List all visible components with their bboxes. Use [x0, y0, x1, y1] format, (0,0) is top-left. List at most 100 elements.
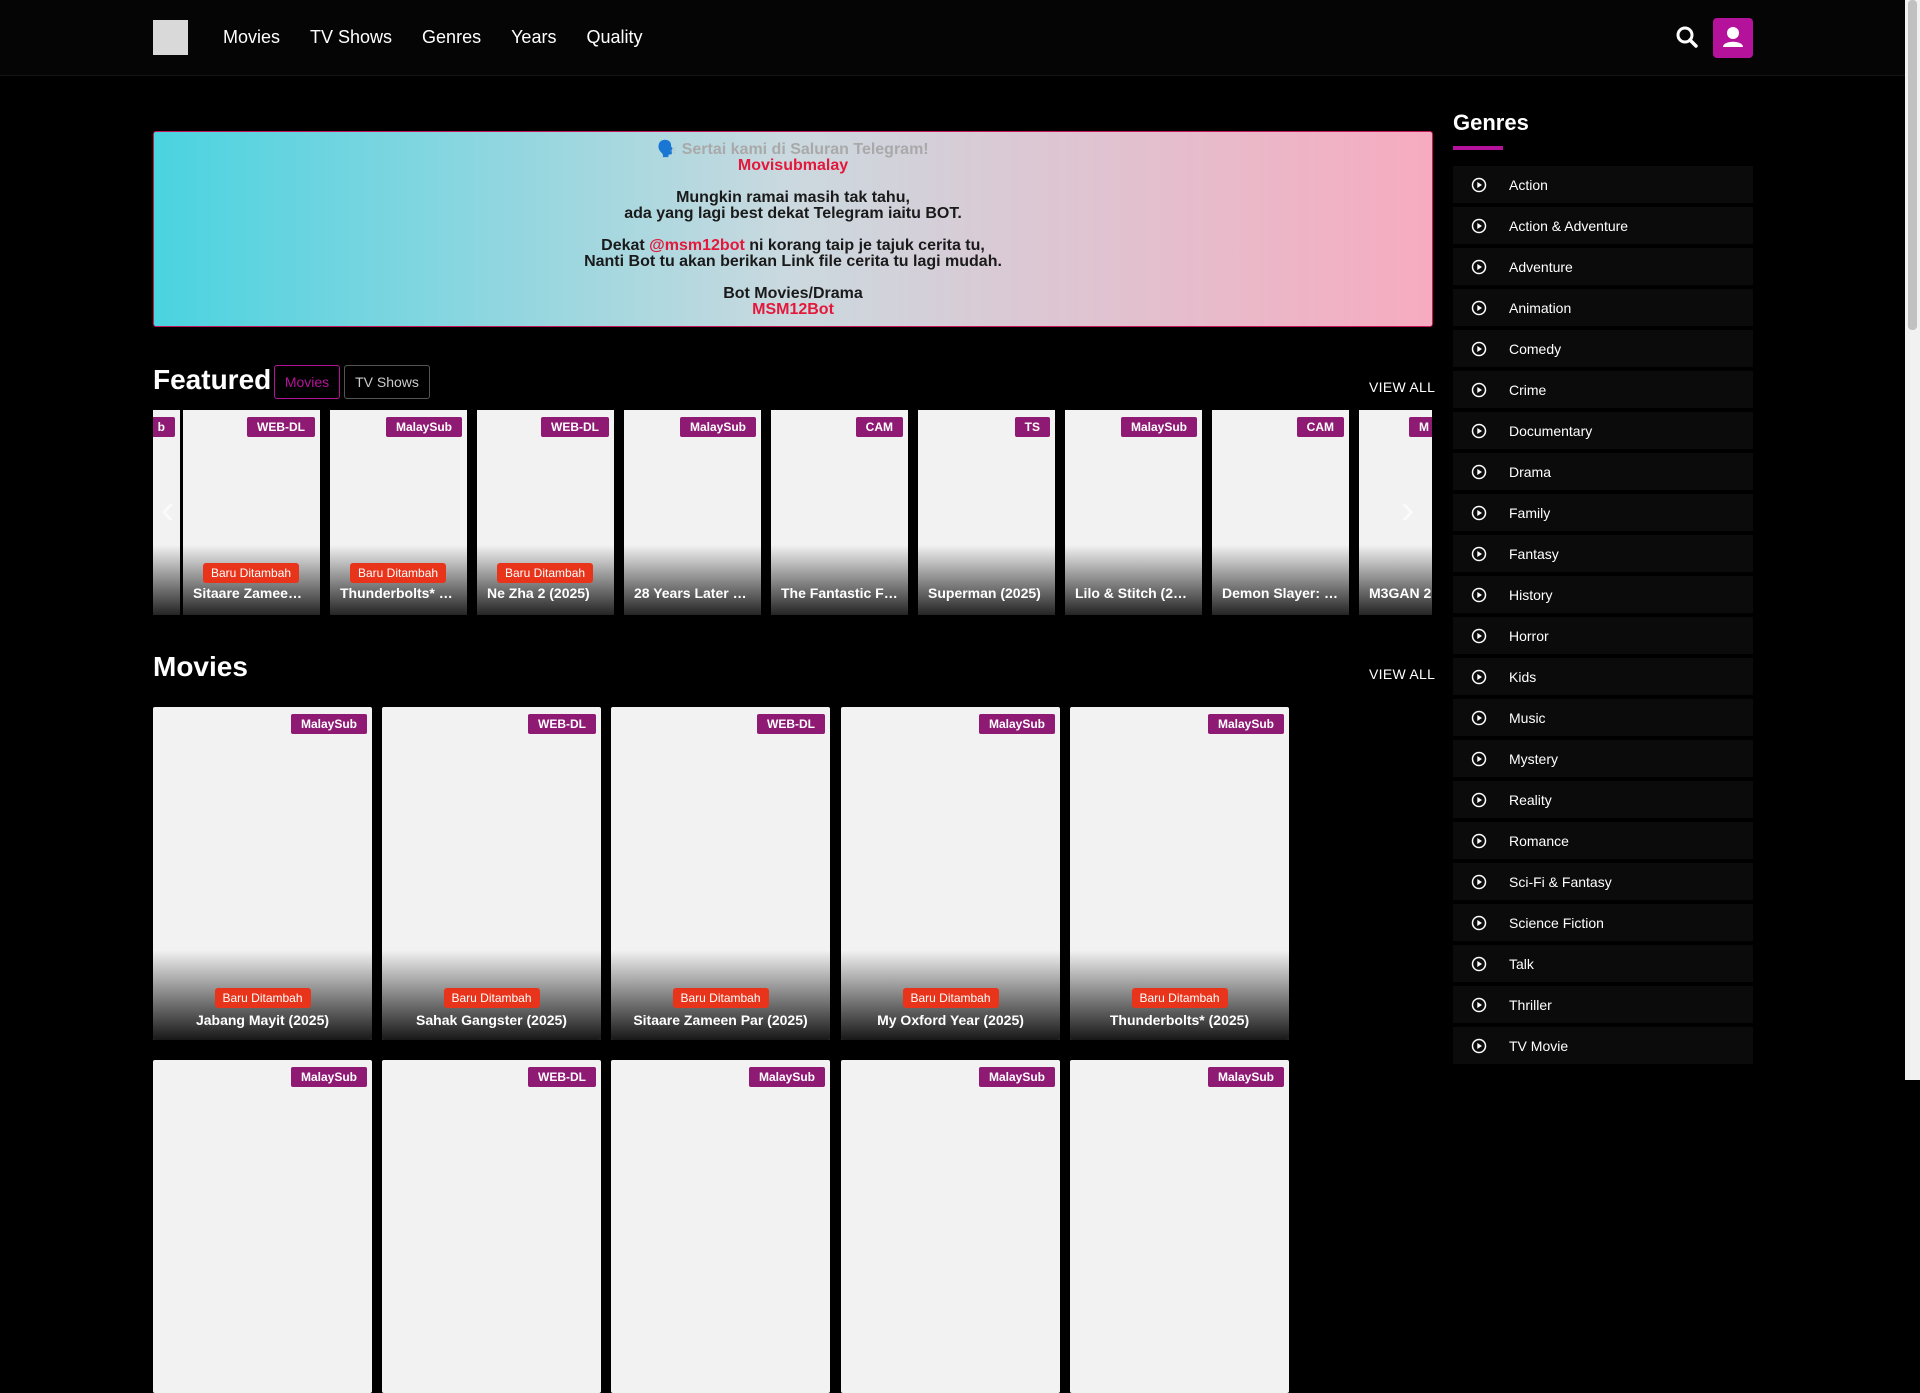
featured-item[interactable]: MalaySub Baru Ditambah Thunderbolts* (20…: [330, 410, 467, 615]
quality-badge: MalaySub: [290, 1067, 367, 1087]
genre-item[interactable]: Comedy: [1453, 330, 1753, 367]
quality-badge: M: [1409, 417, 1432, 437]
play-circle-icon: [1471, 218, 1487, 233]
genre-item[interactable]: Horror: [1453, 617, 1753, 654]
genre-item[interactable]: Music: [1453, 699, 1753, 736]
movie-card[interactable]: WEB-DL Baru Ditambah Sahak Gangster (202…: [382, 707, 601, 1040]
play-circle-icon: [1471, 382, 1487, 397]
new-added-tag: Baru Ditambah: [497, 563, 594, 583]
poster-shade: [153, 545, 180, 615]
featured-item[interactable]: WEB-DL Baru Ditambah Ne Zha 2 (2025): [477, 410, 614, 615]
bot-name-link[interactable]: MSM12Bot: [154, 302, 1432, 318]
featured-item-title: M3GAN 2.0 (2025): [1369, 585, 1432, 601]
banner-text-3-suffix: ni korang taip je tajuk cerita tu,: [744, 237, 985, 254]
quality-badge: MalaySub: [978, 714, 1055, 734]
featured-item[interactable]: CAM Demon Slayer: Kimetsu no Yaiba Infin…: [1212, 410, 1349, 615]
featured-item[interactable]: MalaySub 28 Years Later (2025): [624, 410, 761, 615]
featured-item-title: Ne Zha 2 (2025): [487, 585, 590, 601]
movie-card[interactable]: MalaySub: [611, 1060, 830, 1393]
featured-item-title: 28 Years Later (2025): [634, 585, 751, 601]
genre-item[interactable]: TV Movie: [1453, 1027, 1753, 1064]
genre-item[interactable]: Documentary: [1453, 412, 1753, 449]
genre-list: Action Action & Adventure Adventure Animati…: [1453, 166, 1753, 1068]
banner-channel-link[interactable]: Movisubmalay: [154, 158, 1432, 174]
bot-handle-link[interactable]: @msm12bot: [649, 237, 745, 254]
genre-item[interactable]: Thriller: [1453, 986, 1753, 1023]
movie-title: Sahak Gangster (2025): [416, 1012, 567, 1028]
genre-item[interactable]: Drama: [1453, 453, 1753, 490]
poster-shade: [918, 545, 1055, 615]
genre-item[interactable]: Sci-Fi & Fantasy: [1453, 863, 1753, 900]
genre-item[interactable]: Crime: [1453, 371, 1753, 408]
scrollbar-thumb[interactable]: [1908, 0, 1917, 330]
featured-item[interactable]: M M3GAN 2.0 (2025): [1359, 410, 1432, 615]
play-circle-icon: [1471, 341, 1487, 356]
genre-item[interactable]: Action: [1453, 166, 1753, 203]
genre-label: Action: [1509, 176, 1548, 193]
genre-label: Comedy: [1509, 340, 1562, 357]
genre-item[interactable]: Animation: [1453, 289, 1753, 326]
quality-badge: WEB-DL: [541, 417, 609, 437]
carousel-next-arrow-icon[interactable]: ›: [1401, 490, 1414, 530]
featured-item[interactable]: WEB-DL Baru Ditambah Sitaare Zameen Par …: [183, 410, 320, 615]
genre-label: Science Fiction: [1509, 914, 1604, 931]
movie-card[interactable]: MalaySub: [153, 1060, 372, 1393]
banner-text-4: Nanti Bot tu akan berikan Link file ceri…: [584, 253, 1002, 270]
featured-carousel: b WEB-DL Baru Ditambah Sitaare Zameen Pa…: [153, 410, 1432, 615]
genre-item[interactable]: History: [1453, 576, 1753, 613]
quality-badge: CAM: [1296, 417, 1344, 437]
genre-item[interactable]: Fantasy: [1453, 535, 1753, 572]
carousel-prev-arrow-icon[interactable]: ‹: [161, 490, 174, 530]
featured-item[interactable]: MalaySub Lilo & Stitch (2025): [1065, 410, 1202, 615]
site-logo[interactable]: [153, 20, 188, 55]
banner-join-text: 🗣️ Sertai kami di Saluran Telegram!: [657, 141, 929, 158]
telegram-banner: 🗣️ Sertai kami di Saluran Telegram! Movi…: [153, 131, 1433, 327]
genre-label: Kids: [1509, 668, 1537, 685]
search-icon[interactable]: [1672, 22, 1702, 52]
movie-card[interactable]: WEB-DL Baru Ditambah Sitaare Zameen Par …: [611, 707, 830, 1040]
poster-shade: [624, 545, 761, 615]
genre-item[interactable]: Adventure: [1453, 248, 1753, 285]
quality-badge: MalaySub: [1207, 714, 1284, 734]
quality-badge: WEB-DL: [528, 1067, 596, 1087]
featured-item-title: Superman (2025): [928, 585, 1041, 601]
genre-label: Family: [1509, 504, 1551, 521]
featured-title: Featured: [153, 364, 272, 395]
play-circle-icon: [1471, 833, 1487, 848]
genre-item[interactable]: Kids: [1453, 658, 1753, 695]
genre-label: Action & Adventure: [1509, 217, 1629, 234]
featured-item[interactable]: TS Superman (2025): [918, 410, 1055, 615]
genre-item[interactable]: Science Fiction: [1453, 904, 1753, 941]
featured-item[interactable]: CAM The Fantastic Four: First Steps (202…: [771, 410, 908, 615]
new-added-tag: Baru Ditambah: [350, 563, 447, 583]
tab-tv-shows[interactable]: TV Shows: [344, 365, 430, 399]
user-account-button[interactable]: [1713, 18, 1753, 58]
movie-card[interactable]: MalaySub Baru Ditambah Jabang Mayit (202…: [153, 707, 372, 1040]
genre-item[interactable]: Action & Adventure: [1453, 207, 1753, 244]
genre-item[interactable]: Reality: [1453, 781, 1753, 818]
movie-card[interactable]: MalaySub Baru Ditambah Thunderbolts* (20…: [1070, 707, 1289, 1040]
nav-movies[interactable]: Movies: [208, 0, 295, 75]
featured-view-all[interactable]: VIEW ALL: [1369, 379, 1435, 395]
nav-genres[interactable]: Genres: [407, 0, 496, 75]
movie-card[interactable]: MalaySub Baru Ditambah My Oxford Year (2…: [841, 707, 1060, 1040]
tab-movies[interactable]: Movies: [274, 365, 340, 399]
quality-badge: MalaySub: [1207, 1067, 1284, 1087]
quality-badge: MalaySub: [679, 417, 756, 437]
movies-view-all[interactable]: VIEW ALL: [1369, 666, 1435, 682]
nav-years[interactable]: Years: [496, 0, 571, 75]
nav-quality[interactable]: Quality: [571, 0, 657, 75]
banner-text-1: Mungkin ramai masih tak tahu,: [676, 189, 910, 206]
featured-item-title: Demon Slayer: Kimetsu no Yaiba Infinity …: [1222, 585, 1339, 601]
genre-item[interactable]: Family: [1453, 494, 1753, 531]
poster-shade: [1212, 545, 1349, 615]
genre-item[interactable]: Mystery: [1453, 740, 1753, 777]
movie-card[interactable]: MalaySub: [1070, 1060, 1289, 1393]
genre-item[interactable]: Romance: [1453, 822, 1753, 859]
genre-item[interactable]: Talk: [1453, 945, 1753, 982]
movie-card[interactable]: MalaySub: [841, 1060, 1060, 1393]
play-circle-icon: [1471, 669, 1487, 684]
quality-badge: MalaySub: [1120, 417, 1197, 437]
movie-card[interactable]: WEB-DL: [382, 1060, 601, 1393]
nav-tv-shows[interactable]: TV Shows: [295, 0, 407, 75]
